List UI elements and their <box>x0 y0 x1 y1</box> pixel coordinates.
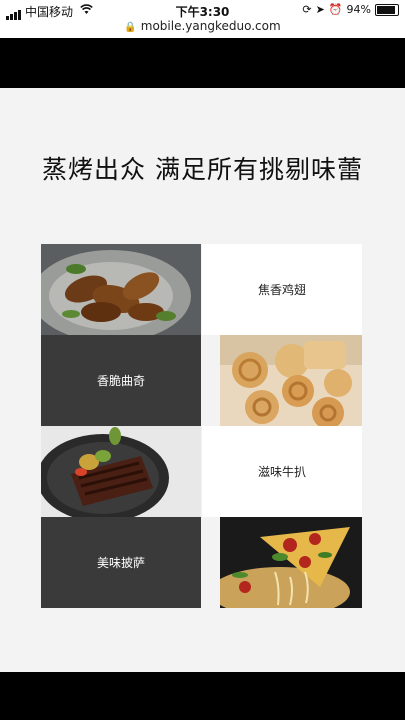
feature-label-pizza: 美味披萨 <box>41 517 201 608</box>
feature-label-steak: 滋味牛扒 <box>202 426 362 517</box>
location-icon: ➤ <box>315 3 325 16</box>
butter-cookies-photo <box>220 335 362 426</box>
feature-grid: 焦香鸡翅 香脆曲奇 滋味牛扒 美味披萨 <box>41 244 362 608</box>
feature-label-chicken: 焦香鸡翅 <box>202 244 362 335</box>
rotation-lock-icon: ⟳ <box>302 3 312 16</box>
roasted-chicken-wings-photo <box>41 244 201 335</box>
top-black-band <box>0 38 405 88</box>
feature-label-cookies: 香脆曲奇 <box>41 335 201 426</box>
url-bar[interactable]: 🔒 mobile.yangkeduo.com <box>0 19 405 33</box>
bottom-black-band <box>0 672 405 720</box>
grilled-steak-photo <box>41 426 201 517</box>
lock-icon: 🔒 <box>124 22 137 33</box>
alarm-icon: ⏰ <box>328 3 343 16</box>
battery-icon <box>375 3 399 16</box>
url-text: mobile.yangkeduo.com <box>140 19 281 33</box>
pizza-slice-photo <box>220 517 362 608</box>
status-bar: 中国移动 下午3:30 ⟳ ➤ ⏰ 94% 🔒 mobile.yangkeduo.… <box>0 0 405 38</box>
page-headline: 蒸烤出众 满足所有挑剔味蕾 <box>42 155 363 184</box>
battery-percent: 94% <box>346 3 371 16</box>
